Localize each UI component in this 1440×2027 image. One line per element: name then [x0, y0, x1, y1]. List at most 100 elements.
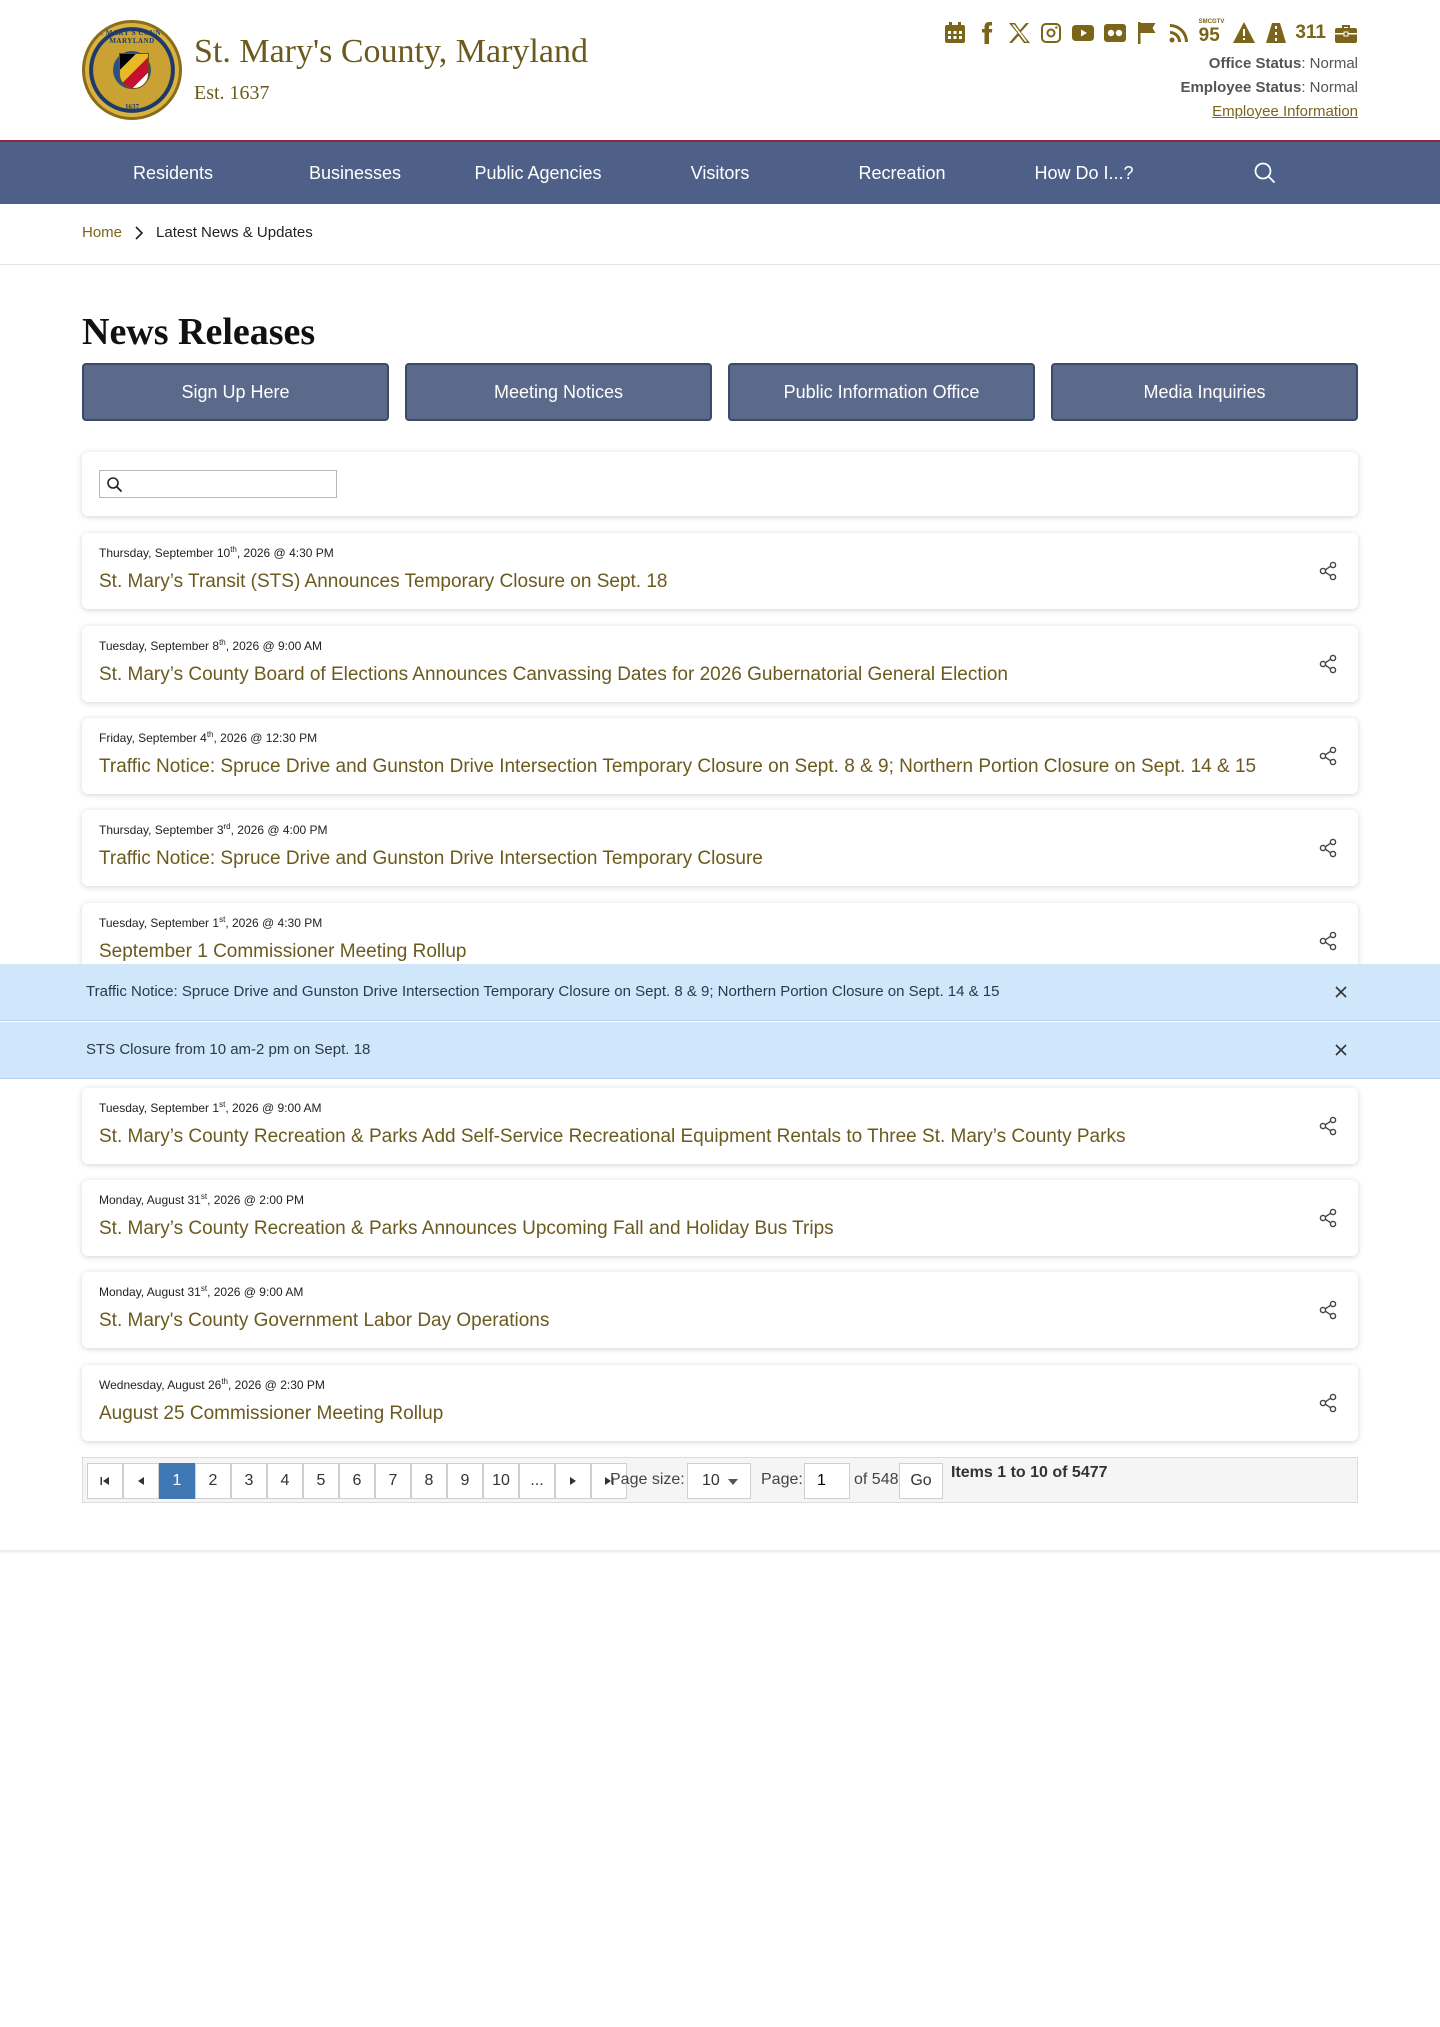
news-item: Friday, September 4th, 2026 @ 12:30 PM T…	[82, 718, 1358, 794]
alert-text[interactable]: STS Closure from 10 am-2 pm on Sept. 18	[86, 1041, 370, 1058]
news-title-link[interactable]: August 25 Commissioner Meeting Rollup	[99, 1403, 443, 1425]
page-size-select[interactable]: 10	[687, 1463, 751, 1499]
news-search-panel	[82, 452, 1358, 516]
flickr-icon[interactable]	[1103, 20, 1128, 45]
smcgtv-icon[interactable]: SMCGTV 95	[1198, 19, 1225, 46]
share-icon[interactable]	[1318, 1393, 1338, 1413]
nav-visitors[interactable]: Visitors	[630, 142, 810, 204]
news-item: Tuesday, September 1st, 2026 @ 9:00 AM S…	[82, 1088, 1358, 1164]
x-icon[interactable]	[1007, 20, 1032, 45]
news-title-link[interactable]: September 1 Commissioner Meeting Rollup	[99, 941, 467, 963]
page-size-value: 10	[702, 1472, 720, 1489]
public-information-office-button[interactable]: Public Information Office	[728, 363, 1035, 421]
employee-information-link[interactable]: Employee Information	[1212, 103, 1358, 120]
page-label: Page:	[761, 1471, 803, 1488]
close-icon[interactable]	[1333, 984, 1349, 1000]
first-page-icon[interactable]	[87, 1463, 123, 1499]
page-3-button[interactable]: 3	[231, 1463, 267, 1499]
smcgtv-label: 95	[1198, 24, 1220, 46]
share-icon[interactable]	[1318, 1116, 1338, 1136]
nav-search-icon[interactable]	[1250, 158, 1280, 188]
share-icon[interactable]	[1318, 1208, 1338, 1228]
county-seal-logo[interactable]: ST. MARY'S COUNTY MARYLAND 1637	[82, 20, 182, 120]
page-5-button[interactable]: 5	[303, 1463, 339, 1499]
page-6-button[interactable]: 6	[339, 1463, 375, 1499]
page-title: News Releases	[82, 311, 316, 353]
news-date: Tuesday, September 8th, 2026 @ 9:00 AM	[99, 638, 322, 653]
page-4-button[interactable]: 4	[267, 1463, 303, 1499]
youtube-icon[interactable]	[1071, 20, 1096, 45]
road-icon[interactable]	[1263, 20, 1288, 45]
news-title-link[interactable]: St. Mary’s Transit (STS) Announces Tempo…	[99, 571, 668, 593]
calendar-icon[interactable]	[943, 20, 968, 45]
meeting-notices-button[interactable]: Meeting Notices	[405, 363, 712, 421]
next-page-icon[interactable]	[555, 1463, 591, 1499]
site-title[interactable]: St. Mary's County, Maryland	[194, 33, 588, 71]
service-311-label: 311	[1295, 21, 1326, 43]
news-title-link[interactable]: St. Mary's County Government Labor Day O…	[99, 1310, 549, 1332]
news-date: Friday, September 4th, 2026 @ 12:30 PM	[99, 730, 318, 745]
page-9-button[interactable]: 9	[447, 1463, 483, 1499]
chevron-right-icon	[135, 225, 144, 240]
go-button[interactable]: Go	[899, 1463, 943, 1499]
alert-text[interactable]: Traffic Notice: Spruce Drive and Gunston…	[86, 983, 1000, 1000]
main-navigation: Residents Businesses Public Agencies Vis…	[0, 140, 1440, 204]
share-icon[interactable]	[1318, 561, 1338, 581]
share-icon[interactable]	[1318, 746, 1338, 766]
pagination-bar: 1 2 3 4 5 6 7 8 9 10 ... Page size: 10 P…	[82, 1457, 1358, 1503]
nav-businesses[interactable]: Businesses	[265, 142, 445, 204]
news-title-link[interactable]: Traffic Notice: Spruce Drive and Gunston…	[99, 756, 1256, 778]
page-number-input[interactable]	[804, 1463, 850, 1499]
news-date: Wednesday, August 26th, 2026 @ 2:30 PM	[99, 1377, 325, 1392]
site-header: ST. MARY'S COUNTY MARYLAND 1637 St. Mary…	[0, 0, 1440, 140]
news-item: Tuesday, September 8th, 2026 @ 9:00 AM S…	[82, 626, 1358, 702]
news-item: Thursday, September 10th, 2026 @ 4:30 PM…	[82, 533, 1358, 609]
news-date: Thursday, September 10th, 2026 @ 4:30 PM	[99, 545, 334, 560]
news-item: Wednesday, August 26th, 2026 @ 2:30 PM A…	[82, 1365, 1358, 1441]
service-311-icon[interactable]: 311	[1295, 20, 1326, 45]
page-2-button[interactable]: 2	[195, 1463, 231, 1499]
sign-up-button[interactable]: Sign Up Here	[82, 363, 389, 421]
page-8-button[interactable]: 8	[411, 1463, 447, 1499]
rss-icon[interactable]	[1167, 20, 1192, 45]
news-title-link[interactable]: St. Mary’s County Recreation & Parks Add…	[99, 1126, 1125, 1148]
share-icon[interactable]	[1318, 838, 1338, 858]
caret-down-icon	[728, 1479, 738, 1485]
facebook-icon[interactable]	[975, 20, 1000, 45]
share-icon[interactable]	[1318, 654, 1338, 674]
breadcrumb-current: Latest News & Updates	[156, 224, 313, 241]
media-inquiries-button[interactable]: Media Inquiries	[1051, 363, 1358, 421]
items-count-label: Items 1 to 10 of 5477	[951, 1464, 1108, 1481]
news-title-link[interactable]: St. Mary’s County Board of Elections Ann…	[99, 664, 1008, 686]
content-bottom-divider	[0, 1550, 1440, 1554]
action-button-row: Sign Up Here Meeting Notices Public Info…	[82, 363, 1358, 421]
news-date: Monday, August 31st, 2026 @ 2:00 PM	[99, 1192, 304, 1207]
alert-banner: STS Closure from 10 am-2 pm on Sept. 18	[0, 1022, 1440, 1079]
news-title-link[interactable]: St. Mary’s County Recreation & Parks Ann…	[99, 1218, 834, 1240]
briefcase-icon[interactable]	[1333, 20, 1358, 45]
alert-bell-icon[interactable]	[1231, 20, 1256, 45]
previous-page-icon[interactable]	[123, 1463, 159, 1499]
share-icon[interactable]	[1318, 1300, 1338, 1320]
news-title-link[interactable]: Traffic Notice: Spruce Drive and Gunston…	[99, 848, 763, 870]
flag-icon[interactable]	[1135, 20, 1160, 45]
seal-year: 1637	[125, 103, 139, 111]
more-pages-button[interactable]: ...	[519, 1463, 555, 1499]
seal-shield-icon	[119, 53, 149, 89]
nav-public-agencies[interactable]: Public Agencies	[448, 142, 628, 204]
page-10-button[interactable]: 10	[483, 1463, 519, 1499]
page-7-button[interactable]: 7	[375, 1463, 411, 1499]
news-search-input[interactable]	[130, 473, 330, 495]
nav-residents[interactable]: Residents	[83, 142, 263, 204]
nav-recreation[interactable]: Recreation	[812, 142, 992, 204]
nav-how-do-i[interactable]: How Do I...?	[994, 142, 1174, 204]
share-icon[interactable]	[1318, 931, 1338, 951]
office-status: Office Status: Normal	[1208, 55, 1358, 72]
close-icon[interactable]	[1333, 1042, 1349, 1058]
news-item: Thursday, September 3rd, 2026 @ 4:00 PM …	[82, 810, 1358, 886]
page-1-button[interactable]: 1	[159, 1463, 195, 1499]
instagram-icon[interactable]	[1039, 20, 1064, 45]
breadcrumb-home[interactable]: Home	[82, 224, 122, 241]
news-date: Tuesday, September 1st, 2026 @ 9:00 AM	[99, 1100, 322, 1115]
news-item: Monday, August 31st, 2026 @ 9:00 AM St. …	[82, 1272, 1358, 1348]
